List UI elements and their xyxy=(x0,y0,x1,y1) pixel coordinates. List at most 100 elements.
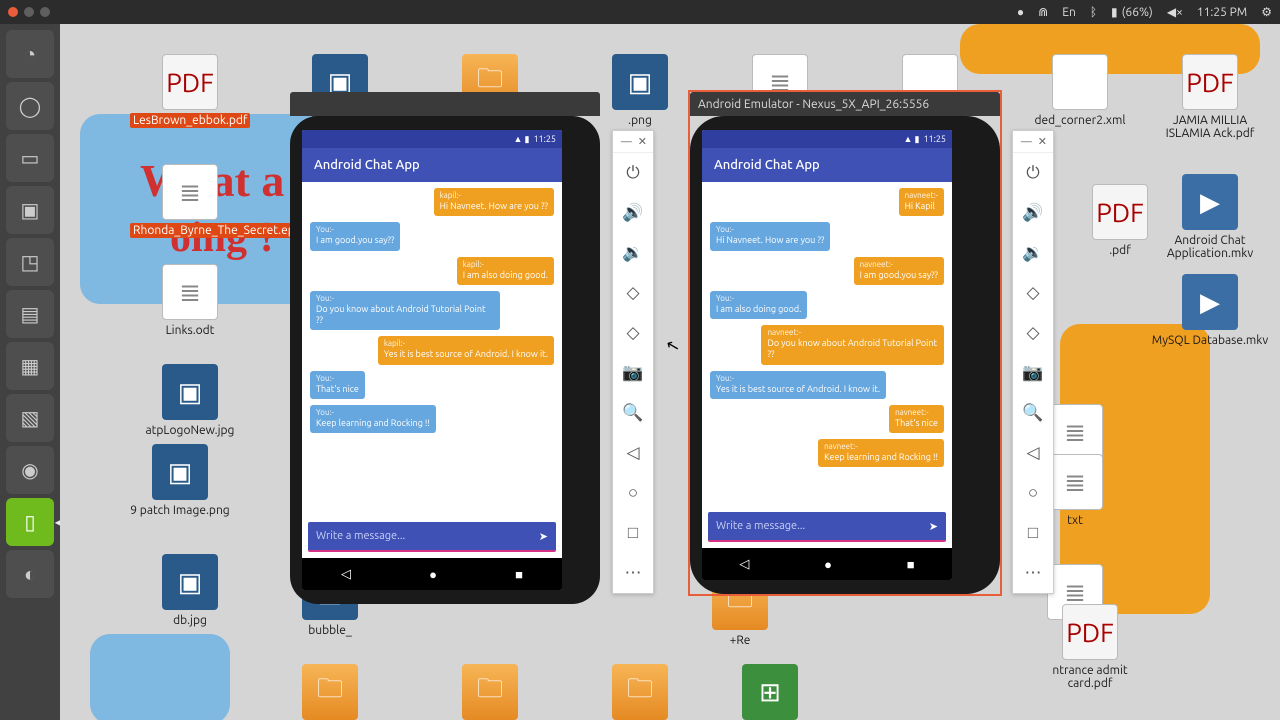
emulator-window-2[interactable]: Android Emulator - Nexus_5X_API_26:5556 … xyxy=(690,92,1000,594)
minimize-icon[interactable] xyxy=(24,7,34,17)
file-label: bubble_ xyxy=(308,624,352,637)
file-label: .pdf xyxy=(1109,244,1131,257)
toolbar-camera-icon[interactable]: 📷 xyxy=(613,353,653,393)
send-icon[interactable]: ➤ xyxy=(539,530,548,543)
nav-recent-icon[interactable]: ■ xyxy=(515,567,523,582)
toolbar-more-icon[interactable]: ⋯ xyxy=(1013,553,1053,593)
emulator-toolbar-1[interactable]: —✕⏻🔊🔉◇◇📷🔍◁○□⋯ xyxy=(612,130,654,594)
message-sender: You:- xyxy=(316,408,430,418)
launcher-editor[interactable]: ▤ xyxy=(6,290,54,338)
toolbar-power-icon[interactable]: ⏻ xyxy=(1013,153,1053,193)
phone-frame-2: ▲ ▮ 11:25 Android Chat App navneet:-Hi K… xyxy=(690,116,1000,594)
desktop-icon[interactable]: ▣9 patch Image.png xyxy=(120,444,240,517)
window-buttons[interactable] xyxy=(8,7,50,17)
desktop-icon[interactable]: ▶Android Chat Application.mkv xyxy=(1150,174,1270,260)
file-icon: ▣ xyxy=(162,554,218,610)
close-icon[interactable] xyxy=(8,7,18,17)
toolbar-rotate-left-icon[interactable]: ◇ xyxy=(1013,273,1053,313)
send-icon[interactable]: ➤ xyxy=(929,520,938,533)
launcher-app4[interactable]: ◐ xyxy=(6,550,54,598)
emulator-toolbar-2[interactable]: —✕⏻🔊🔉◇◇📷🔍◁○□⋯ xyxy=(1012,130,1054,594)
launcher-files[interactable]: ▭ xyxy=(6,134,54,182)
message-sender: kapil:- xyxy=(440,191,548,201)
desktop-icon[interactable]: 🗀Guest Posts xyxy=(430,664,550,720)
desktop-icon[interactable]: 🗀AndroidChatApp xyxy=(580,664,700,720)
clock[interactable]: 11:25 PM xyxy=(1197,6,1247,19)
nav-back-icon[interactable]: ◁ xyxy=(341,567,351,582)
toolbar-overview-icon[interactable]: □ xyxy=(613,513,653,553)
desktop-icon[interactable]: PDFLesBrown_ebbok.pdf xyxy=(130,54,250,127)
nav-home-icon[interactable]: ● xyxy=(824,557,832,572)
chat-list-2[interactable]: navneet:-Hi KapilYou:-Hi Navneet. How ar… xyxy=(702,182,952,508)
language-indicator[interactable]: En xyxy=(1062,6,1076,19)
message-sender: kapil:- xyxy=(463,260,548,270)
android-statusbar: ▲ ▮ 11:25 xyxy=(302,130,562,148)
toolbar-home-icon[interactable]: ○ xyxy=(1013,473,1053,513)
toolbar-camera-icon[interactable]: 📷 xyxy=(1013,353,1053,393)
desktop[interactable]: What aoing ?PDFLesBrown_ebbok.pdf▣Beauty… xyxy=(60,24,1280,720)
android-navbar[interactable]: ◁ ● ■ xyxy=(702,548,952,580)
maximize-icon[interactable] xyxy=(40,7,50,17)
emulator2-titlebar[interactable]: Android Emulator - Nexus_5X_API_26:5556 xyxy=(690,92,1000,116)
launcher-app2[interactable]: ▦ xyxy=(6,342,54,390)
file-icon: PDF xyxy=(1062,604,1118,660)
close-icon[interactable]: ✕ xyxy=(638,135,647,148)
file-label: txt xyxy=(1067,514,1083,527)
wifi-icon[interactable]: ⋒ xyxy=(1038,5,1048,19)
file-icon: 🗀 xyxy=(462,664,518,720)
desktop-icon[interactable]: ▣atpLogoNew.jpg xyxy=(130,364,250,437)
emulator-window-1[interactable]: ▲ ▮ 11:25 Android Chat App kapil:-Hi Nav… xyxy=(290,92,600,604)
toolbar-rotate-left-icon[interactable]: ◇ xyxy=(613,273,653,313)
desktop-icon[interactable]: ▣db.jpg xyxy=(130,554,250,627)
nav-home-icon[interactable]: ● xyxy=(429,567,437,582)
desktop-icon[interactable]: ⊞nvnt.xlsx xyxy=(710,664,830,720)
toolbar-volume-down-icon[interactable]: 🔉 xyxy=(1013,233,1053,273)
launcher-dash[interactable]: ◔ xyxy=(6,30,54,78)
desktop-icon[interactable]: ▶MySQL Database.mkv xyxy=(1150,274,1270,347)
chat-message: navneet:-Do you know about Android Tutor… xyxy=(761,325,944,365)
desktop-icon[interactable]: ≣Rhonda_Byrne_The_Secret.epub xyxy=(130,164,250,237)
toolbar-back-icon[interactable]: ◁ xyxy=(613,433,653,473)
toolbar-power-icon[interactable]: ⏻ xyxy=(613,153,653,193)
volume-mute-icon[interactable]: ◀× xyxy=(1167,5,1183,19)
toolbar-overview-icon[interactable]: □ xyxy=(1013,513,1053,553)
message-sender: navneet:- xyxy=(895,408,938,418)
desktop-icon[interactable]: PDF ntrance admit card.pdf xyxy=(1030,604,1150,690)
desktop-icon[interactable]: ≣Links.odt xyxy=(130,264,250,337)
nav-recent-icon[interactable]: ■ xyxy=(907,557,915,572)
compose-input[interactable]: Write a message... ➤ xyxy=(708,512,946,542)
chat-list-1[interactable]: kapil:-Hi Navneet. How are you ??You:-I … xyxy=(302,182,562,518)
desktop-icon[interactable]: PDFJAMIA MILLIA ISLAMIA Ack.pdf xyxy=(1150,54,1270,140)
toolbar-back-icon[interactable]: ◁ xyxy=(1013,433,1053,473)
toolbar-zoom-icon[interactable]: 🔍 xyxy=(1013,393,1053,433)
launcher-emulator[interactable]: ▯ xyxy=(6,498,54,546)
toolbar-zoom-icon[interactable]: 🔍 xyxy=(613,393,653,433)
nav-back-icon[interactable]: ◁ xyxy=(739,557,749,572)
desktop-icon[interactable]: ded_corner2.xml xyxy=(1020,54,1140,127)
minimize-icon[interactable]: — xyxy=(1021,136,1032,148)
gear-icon[interactable]: ⚙ xyxy=(1261,5,1272,19)
toolbar-more-icon[interactable]: ⋯ xyxy=(613,553,653,593)
desktop-icon[interactable]: 🗀Android e book xyxy=(270,664,390,720)
toolbar-volume-up-icon[interactable]: 🔊 xyxy=(613,193,653,233)
compose-input[interactable]: Write a message... ➤ xyxy=(308,522,556,552)
file-label: ded_corner2.xml xyxy=(1035,114,1126,127)
recording-indicator: ● xyxy=(1017,5,1024,19)
android-navbar[interactable]: ◁ ● ■ xyxy=(302,558,562,590)
launcher-camera[interactable]: ◉ xyxy=(6,446,54,494)
launcher-app[interactable]: ◳ xyxy=(6,238,54,286)
toolbar-rotate-right-icon[interactable]: ◇ xyxy=(613,313,653,353)
toolbar-home-icon[interactable]: ○ xyxy=(613,473,653,513)
bluetooth-icon[interactable]: ᛒ xyxy=(1090,6,1097,19)
toolbar-rotate-right-icon[interactable]: ◇ xyxy=(1013,313,1053,353)
launcher-chrome[interactable]: ◯ xyxy=(6,82,54,130)
minimize-icon[interactable]: — xyxy=(621,136,632,148)
file-label: ntrance admit card.pdf xyxy=(1052,664,1127,690)
toolbar-volume-up-icon[interactable]: 🔊 xyxy=(1013,193,1053,233)
launcher-app3[interactable]: ▧ xyxy=(6,394,54,442)
toolbar-volume-down-icon[interactable]: 🔉 xyxy=(613,233,653,273)
battery-indicator[interactable]: ▮(66%) xyxy=(1111,5,1153,19)
emulator1-titlebar[interactable] xyxy=(290,92,600,116)
launcher-terminal[interactable]: ▣ xyxy=(6,186,54,234)
close-icon[interactable]: ✕ xyxy=(1038,135,1047,148)
